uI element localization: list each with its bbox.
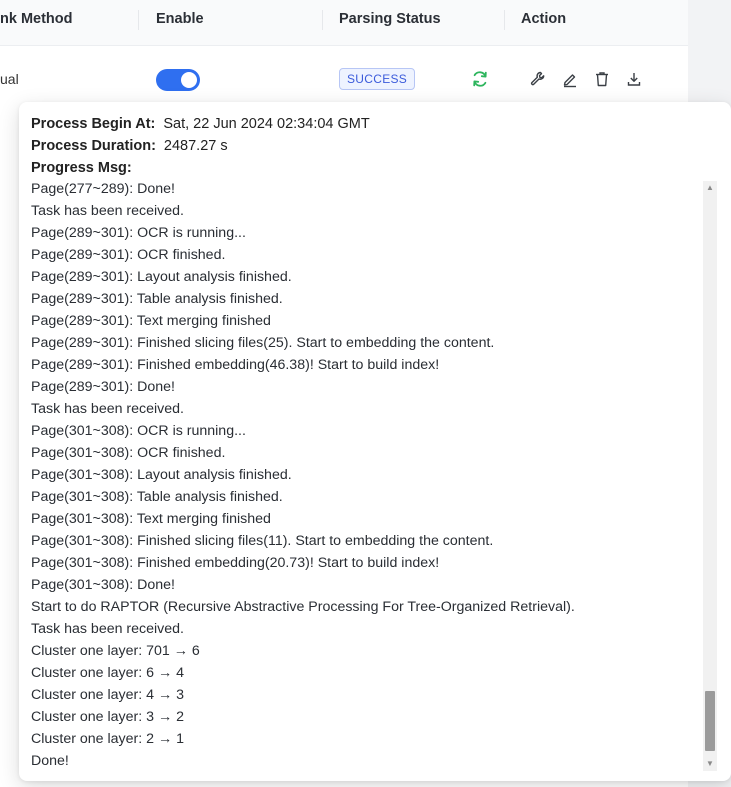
column-divider — [138, 10, 139, 30]
process-begin-label: Process Begin At: — [31, 116, 156, 132]
message-scrollbar[interactable]: ▲ ▼ — [703, 181, 717, 771]
edit-icon[interactable] — [561, 70, 579, 88]
progress-message: Page(289~301): OCR is running... — [31, 225, 246, 241]
progress-message: Page(301~308): OCR is running... — [31, 423, 246, 439]
progress-message: Page(277~289): Done! — [31, 181, 175, 197]
column-header-parsing-status[interactable]: Parsing Status — [339, 0, 441, 46]
progress-message: Page(301~308): Finished embedding(20.73)… — [31, 555, 440, 571]
progress-message: Page(289~301): Layout analysis finished. — [31, 269, 292, 285]
progress-msg-label: Progress Msg: — [31, 160, 132, 176]
scroll-up-icon[interactable]: ▲ — [703, 181, 717, 195]
toggle-knob — [181, 72, 197, 88]
column-header-enable[interactable]: Enable — [156, 0, 204, 46]
chunk-method-cell: ual — [0, 71, 19, 87]
wrench-icon[interactable] — [529, 70, 547, 88]
progress-message: Page(301~308): OCR finished. — [31, 445, 226, 461]
progress-message: Cluster one layer: 6 → 4 — [31, 665, 184, 681]
progress-msg-row: Progress Msg: — [31, 160, 132, 176]
scrollbar-thumb[interactable] — [705, 691, 715, 751]
progress-message: Page(289~301): Done! — [31, 379, 175, 395]
progress-message: Page(301~308): Layout analysis finished. — [31, 467, 292, 483]
progress-message: Task has been received. — [31, 401, 184, 417]
progress-message: Cluster one layer: 3 → 2 — [31, 709, 184, 725]
progress-message-list[interactable]: Page(277~289): Done! Task has been recei… — [31, 178, 701, 775]
progress-message: Cluster one layer: 4 → 3 — [31, 687, 184, 703]
delete-icon[interactable] — [593, 70, 611, 88]
status-badge[interactable]: SUCCESS — [339, 68, 416, 90]
progress-message: Page(301~308): Table analysis finished. — [31, 489, 283, 505]
progress-message: Done! — [31, 753, 69, 769]
enable-toggle[interactable] — [156, 69, 200, 91]
progress-message: Page(301~308): Finished slicing files(11… — [31, 533, 494, 549]
column-divider — [504, 10, 505, 30]
parsing-progress-popover: Process Begin At: Sat, 22 Jun 2024 02:34:… — [19, 102, 731, 781]
refresh-icon[interactable] — [470, 69, 490, 89]
progress-message: Page(289~301): Text merging finished — [31, 313, 271, 329]
scroll-down-icon[interactable]: ▼ — [703, 757, 717, 771]
process-begin-row: Process Begin At: Sat, 22 Jun 2024 02:34:… — [31, 116, 370, 132]
progress-message: Cluster one layer: 2 → 1 — [31, 731, 184, 747]
progress-message: Page(289~301): Finished embedding(46.38)… — [31, 357, 440, 373]
process-duration-label: Process Duration: — [31, 138, 156, 154]
process-duration-value: 2487.27 s — [163, 138, 228, 154]
table-header: nk Method Enable Parsing Status Action — [0, 0, 688, 46]
column-header-action: Action — [521, 11, 567, 27]
column-divider — [322, 10, 323, 30]
progress-message: Page(289~301): Table analysis finished. — [31, 291, 283, 307]
progress-message: Cluster one layer: 701 → 6 — [31, 643, 200, 659]
progress-message: Task has been received. — [31, 203, 184, 219]
progress-message: Page(301~308): Done! — [31, 577, 175, 593]
progress-message: Task has been received. — [31, 621, 184, 637]
process-duration-row: Process Duration: 2487.27 s — [31, 138, 228, 154]
progress-message: Page(301~308): Text merging finished — [31, 511, 271, 527]
download-icon[interactable] — [625, 70, 643, 88]
process-begin-value: Sat, 22 Jun 2024 02:34:04 GMT — [163, 116, 370, 132]
progress-message: Start to do RAPTOR (Recursive Abstractiv… — [31, 599, 575, 615]
progress-message: Page(289~301): OCR finished. — [31, 247, 226, 263]
progress-message: Page(289~301): Finished slicing files(25… — [31, 335, 495, 351]
column-header-chunk-method[interactable]: nk Method — [0, 0, 73, 46]
